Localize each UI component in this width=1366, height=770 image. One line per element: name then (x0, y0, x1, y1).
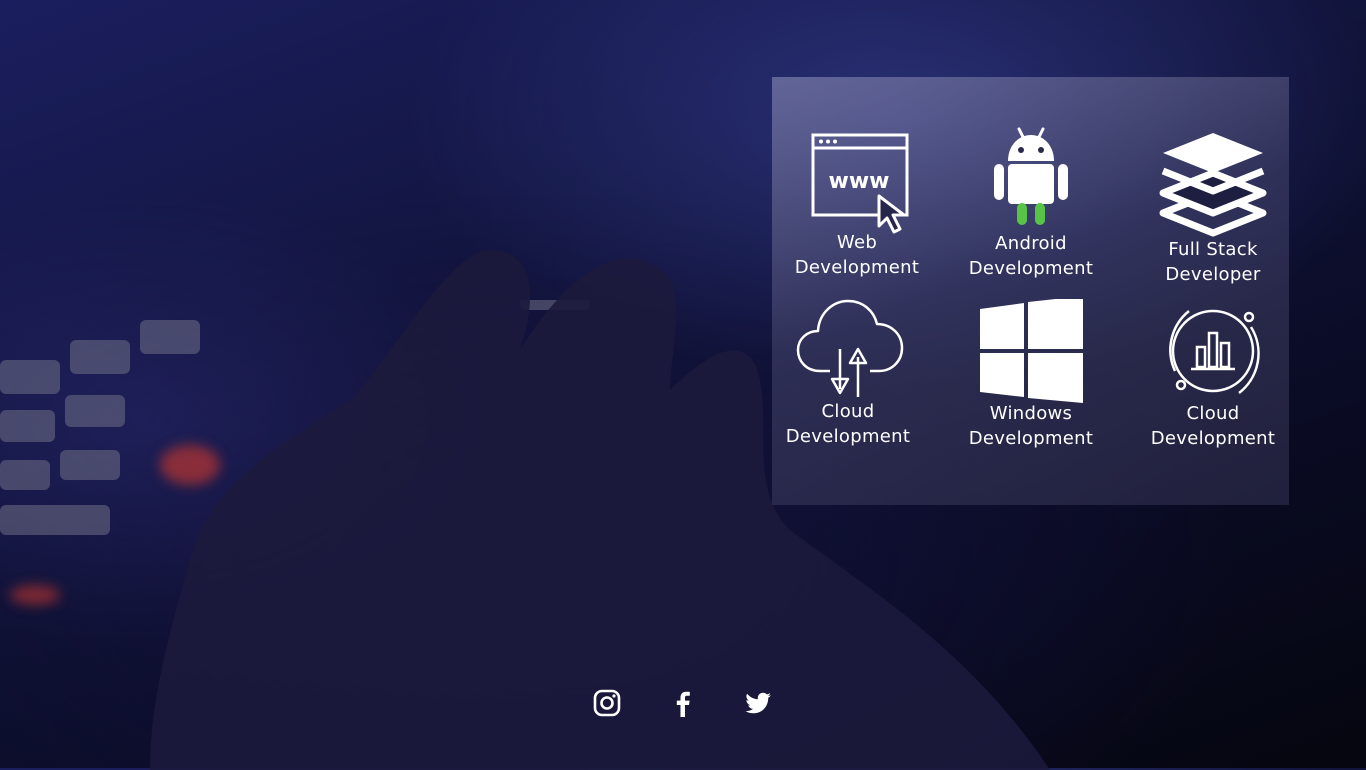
service-label: Cloud Development (785, 401, 911, 447)
services-panel: www Web Development Android Development (772, 77, 1289, 505)
instagram-link[interactable] (592, 688, 622, 718)
android-leg (1035, 203, 1045, 225)
service-windows-development: Windows Development (946, 299, 1116, 451)
layers-stack-icon (1159, 133, 1267, 237)
android-icon (994, 127, 1068, 225)
service-web-development: www Web Development (772, 130, 942, 280)
service-label: Android Development (968, 233, 1094, 279)
android-leg (1017, 203, 1027, 225)
service-android-development: Android Development (946, 127, 1116, 281)
red-key-glow (10, 585, 60, 605)
web-browser-icon: www (811, 133, 909, 234)
twitter-icon (745, 692, 771, 714)
service-cloud-analytics-development: Cloud Development (1128, 299, 1298, 451)
svg-text:www: www (829, 169, 890, 194)
service-label: Windows Development (968, 403, 1094, 449)
red-key-glow (160, 445, 220, 485)
twitter-link[interactable] (743, 688, 773, 718)
service-label: Full Stack Developer (1165, 239, 1261, 285)
facebook-icon (676, 691, 690, 717)
service-label: Web Development (794, 232, 920, 278)
windows-icon (980, 299, 1083, 403)
cloud-transfer-icon (796, 299, 904, 397)
service-label: Cloud Development (1150, 403, 1276, 449)
service-full-stack-developer: Full Stack Developer (1128, 129, 1298, 287)
cloud-analytics-icon (1169, 309, 1260, 394)
instagram-icon (593, 689, 621, 717)
facebook-link[interactable] (668, 688, 698, 718)
service-cloud-development: Cloud Development (763, 299, 933, 449)
